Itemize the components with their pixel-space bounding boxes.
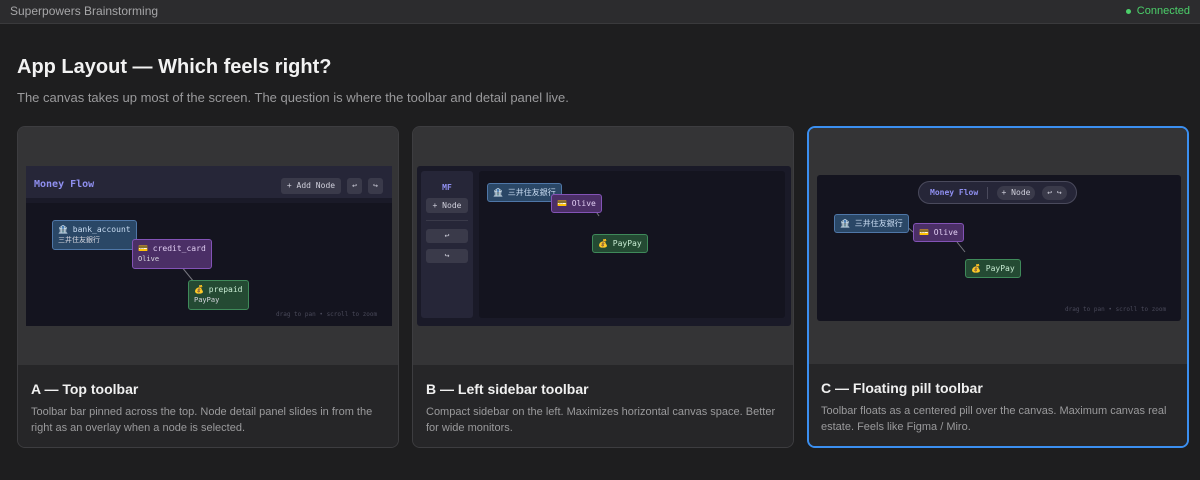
- option-a-preview: Money Flow + Add Node ↩ ↪ 🏦 bank_account…: [18, 127, 398, 365]
- mock-left-sidebar: MF + Node ↩ ↪: [421, 171, 473, 318]
- node-prepaid-name: 💰 PayPay: [598, 239, 642, 248]
- edge-credit-prepaid: [956, 241, 966, 253]
- option-card-c[interactable]: Money Flow + Node ↩ ↪ 🏦 三井住友銀行 💳 Olive 💰…: [807, 126, 1189, 448]
- mock-node-prepaid: 💰 PayPay: [965, 259, 1021, 278]
- option-card-b[interactable]: MF + Node ↩ ↪ 🏦 三井住友銀行 💳 Olive 💰 PayPay …: [412, 126, 794, 448]
- mock-canvas-hint: drag to pan • scroll to zoom: [276, 311, 378, 318]
- option-b-body: B — Left sidebar toolbar Compact sidebar…: [413, 365, 793, 447]
- node-bank-name: 🏦 bank_account: [58, 225, 131, 234]
- node-bank-name: 🏦 三井住友銀行: [840, 219, 903, 228]
- node-bank-name: 🏦 三井住友銀行: [493, 188, 556, 197]
- mock-app-window: Money Flow + Add Node ↩ ↪ 🏦 bank_account…: [26, 166, 392, 326]
- mock-edges: [904, 224, 966, 253]
- mock-app-window: MF + Node ↩ ↪ 🏦 三井住友銀行 💳 Olive 💰 PayPay: [417, 166, 791, 326]
- connection-status-label: Connected: [1136, 5, 1190, 17]
- mock-top-toolbar: Money Flow + Add Node ↩ ↪: [26, 166, 392, 198]
- sidebar-divider: [426, 220, 468, 221]
- mock-brand: MF: [442, 183, 452, 192]
- mock-undo-icon: ↩: [426, 229, 468, 243]
- mock-add-node-button: + Node: [426, 198, 468, 213]
- mock-node-credit: 💳 credit_card Olive: [132, 239, 212, 269]
- node-prepaid-name: 💰 prepaid: [194, 285, 243, 294]
- mock-brand: Money Flow: [34, 179, 95, 190]
- page-title: App Layout — Which feels right?: [17, 56, 332, 78]
- app-title: Superpowers Brainstorming: [10, 4, 159, 18]
- mock-redo-icon: ↪: [368, 178, 383, 194]
- node-bank-sub: 三井住友銀行: [58, 236, 100, 244]
- mock-node-bank: 🏦 三井住友銀行: [834, 214, 909, 233]
- option-card-a[interactable]: Money Flow + Add Node ↩ ↪ 🏦 bank_account…: [17, 126, 399, 448]
- mock-node-credit: 💳 Olive: [551, 194, 602, 213]
- mock-add-node-button: + Add Node: [281, 178, 341, 194]
- node-prepaid-sub: PayPay: [194, 296, 220, 304]
- option-a-description: Toolbar bar pinned across the top. Node …: [31, 406, 373, 434]
- node-credit-name: 💳 Olive: [919, 228, 958, 237]
- status-dot-icon: [1125, 8, 1131, 14]
- node-credit-sub: Olive: [138, 255, 160, 263]
- mock-canvas: 🏦 三井住友銀行 💳 Olive 💰 PayPay: [479, 171, 785, 318]
- option-a-body: A — Top toolbar Toolbar bar pinned acros…: [18, 365, 398, 447]
- mock-node-prepaid: 💰 PayPay: [592, 234, 648, 253]
- node-credit-name: 💳 Olive: [557, 199, 596, 208]
- mock-undo-icon: ↩: [347, 178, 362, 194]
- mock-canvas: 🏦 bank_account 三井住友銀行 💳 credit_card Oliv…: [26, 203, 392, 326]
- mock-canvas-hint: drag to pan • scroll to zoom: [1065, 306, 1167, 313]
- page-subtitle: The canvas takes up most of the screen. …: [17, 90, 569, 105]
- option-c-body: C — Floating pill toolbar Toolbar floats…: [809, 364, 1187, 446]
- mock-node-prepaid: 💰 prepaid PayPay: [188, 280, 249, 310]
- node-credit-name: 💳 credit_card: [138, 244, 206, 253]
- option-b-title: B — Left sidebar toolbar: [426, 381, 589, 397]
- option-b-description: Compact sidebar on the left. Maximizes h…: [426, 406, 776, 434]
- mock-redo-icon: ↪: [426, 249, 468, 263]
- option-a-title: A — Top toolbar: [31, 381, 139, 397]
- option-c-preview: Money Flow + Node ↩ ↪ 🏦 三井住友銀行 💳 Olive 💰…: [809, 128, 1187, 366]
- option-b-preview: MF + Node ↩ ↪ 🏦 三井住友銀行 💳 Olive 💰 PayPay: [413, 127, 793, 365]
- option-c-title: C — Floating pill toolbar: [821, 380, 983, 396]
- option-c-description: Toolbar floats as a centered pill over t…: [821, 405, 1167, 433]
- title-bar: Superpowers Brainstorming Connected: [0, 0, 1200, 24]
- mock-node-credit: 💳 Olive: [913, 223, 964, 242]
- node-prepaid-name: 💰 PayPay: [971, 264, 1015, 273]
- connection-status: Connected: [1125, 5, 1190, 17]
- mock-node-bank: 🏦 bank_account 三井住友銀行: [52, 220, 137, 250]
- mock-canvas: Money Flow + Node ↩ ↪ 🏦 三井住友銀行 💳 Olive 💰…: [817, 175, 1181, 321]
